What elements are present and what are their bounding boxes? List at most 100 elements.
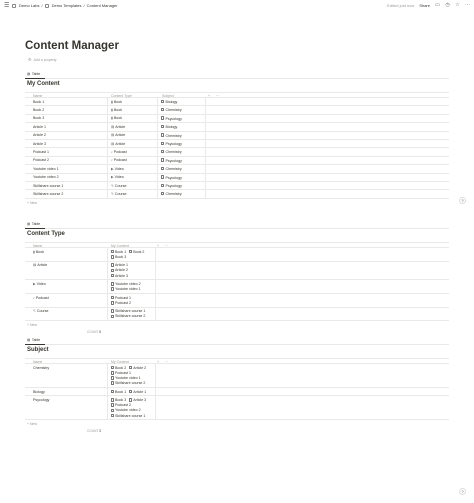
- cell-name[interactable]: Book 1: [33, 100, 44, 104]
- cell-content-type[interactable]: ▶ Video: [111, 167, 124, 171]
- relation-chip[interactable]: Youtube video 2: [111, 408, 141, 412]
- cell-subject[interactable]: Chemistry: [161, 191, 182, 196]
- add-property-button[interactable]: ⚙ Add a property: [28, 57, 57, 62]
- menu-icon[interactable]: ☰: [4, 3, 10, 9]
- cell-content-type[interactable]: ♪ Podcast: [111, 158, 127, 162]
- breadcrumb-item[interactable]: Content Manager: [87, 3, 118, 8]
- cell-name[interactable]: Article 2: [33, 133, 46, 137]
- new-row-button[interactable]: + New: [27, 323, 37, 327]
- cell-name[interactable]: Article 1: [33, 125, 46, 129]
- cell-content-type[interactable]: ▮ Book: [111, 116, 122, 120]
- star-icon[interactable]: ☆: [455, 3, 460, 8]
- cell-subject[interactable]: Chemistry: [161, 133, 182, 138]
- cell-name[interactable]: ✎ Course: [33, 309, 49, 313]
- table-row[interactable]: Article 1 ▤ Article Biology: [25, 123, 449, 132]
- cell-content-type[interactable]: ✎ Course: [111, 192, 127, 196]
- relation-chip[interactable]: Youtube video 1: [111, 287, 141, 291]
- relation-chip[interactable]: Book 1: [111, 390, 126, 394]
- cell-subject[interactable]: Psycology: [161, 183, 182, 188]
- cell-content-type[interactable]: ▤ Article: [111, 142, 125, 146]
- table-row[interactable]: Youtube video 2 ▶ Video Psycology: [25, 173, 449, 182]
- cell-content-type[interactable]: ▤ Article: [111, 125, 125, 129]
- page-title[interactable]: Content Manager: [25, 40, 119, 52]
- relation-chip[interactable]: Article 1: [129, 390, 146, 394]
- database-title[interactable]: My Content: [27, 81, 60, 87]
- relation-chip[interactable]: Article 2: [129, 366, 146, 370]
- relation-chip[interactable]: Book 3: [111, 255, 126, 259]
- cell-name[interactable]: Book 3: [33, 116, 44, 120]
- breadcrumb-item[interactable]: Demo Labs: [19, 3, 39, 8]
- table-row[interactable]: Skillshare course 2 ✎ Course Chemistry: [25, 190, 449, 199]
- relation-chip[interactable]: Skillshare course 1: [111, 414, 145, 418]
- table-row[interactable]: Article 3 ▤ Article Psycology: [25, 140, 449, 149]
- table-row[interactable]: Book 2 ▮ Book Chemistry: [25, 106, 449, 115]
- cell-content-type[interactable]: ▮ Book: [111, 108, 122, 112]
- cell-name[interactable]: Psycology: [33, 398, 49, 402]
- cell-subject[interactable]: Psycology: [161, 158, 182, 163]
- relation-chip[interactable]: Podcast 2: [111, 403, 131, 407]
- cell-name[interactable]: ▮ Book: [33, 250, 44, 254]
- comment-icon[interactable]: ▭: [435, 3, 440, 8]
- relation-chip[interactable]: Article 2: [111, 268, 128, 272]
- view-tab-table[interactable]: ▦ Table: [27, 222, 40, 226]
- database-title[interactable]: Content Type: [27, 231, 65, 237]
- cell-name[interactable]: Youtube video 2: [33, 175, 59, 179]
- new-row-button[interactable]: + New: [27, 422, 37, 426]
- relation-chip[interactable]: Book 2: [111, 366, 126, 370]
- table-row[interactable]: Book 3 ▮ Book Psycology: [25, 114, 449, 124]
- cell-content-type[interactable]: ♪ Podcast: [111, 150, 127, 154]
- cell-subject[interactable]: Psycology: [161, 141, 182, 146]
- table-row[interactable]: Chemistry Book 2 Article 2 Podcast 1 Youtube…: [25, 364, 449, 388]
- help-button[interactable]: ?: [459, 197, 466, 204]
- cell-subject[interactable]: Chemistry: [161, 166, 182, 171]
- cell-name[interactable]: ♪ Podcast: [33, 296, 49, 300]
- cell-content-type[interactable]: ▮ Book: [111, 100, 122, 104]
- cell-name[interactable]: ▶ Video: [33, 282, 46, 286]
- share-button[interactable]: Share: [419, 3, 430, 8]
- table-row[interactable]: Biology Book 1 Article 1: [25, 388, 449, 397]
- table-row[interactable]: ▮ Book Book 1 Book 2 Book 3: [25, 248, 449, 262]
- cell-name[interactable]: Youtube video 1: [33, 167, 59, 171]
- table-row[interactable]: Psycology Book 3 Article 3 Podcast 2 Youtube…: [25, 396, 449, 421]
- relation-chip[interactable]: Skillshare course 1: [111, 309, 145, 313]
- cell-name[interactable]: Skillshare course 2: [33, 192, 63, 196]
- table-row[interactable]: ▤ Article Article 1 Article 2 Article 3: [25, 261, 449, 281]
- cell-subject[interactable]: Chemistry: [161, 107, 182, 112]
- relation-chip[interactable]: Podcast 2: [111, 301, 131, 305]
- cell-name[interactable]: Book 2: [33, 108, 44, 112]
- relation-chip[interactable]: Book 1: [111, 250, 126, 254]
- cell-name[interactable]: Article 3: [33, 142, 46, 146]
- clock-icon[interactable]: ◷: [445, 3, 450, 8]
- cell-name[interactable]: Biology: [33, 390, 45, 394]
- view-tab-table[interactable]: ▦ Table: [27, 72, 40, 76]
- cell-subject[interactable]: Biology: [161, 124, 177, 129]
- table-row[interactable]: Article 2 ▤ Article Chemistry: [25, 131, 449, 140]
- cell-subject[interactable]: Psycology: [161, 175, 182, 180]
- cell-subject[interactable]: Psycology: [161, 116, 182, 121]
- relation-chip[interactable]: Youtube video 1: [111, 376, 141, 380]
- table-row[interactable]: Podcast 2 ♪ Podcast Psycology: [25, 156, 449, 166]
- help-button[interactable]: ?: [459, 488, 466, 495]
- relation-chip[interactable]: Article 1: [111, 263, 128, 267]
- relation-chip[interactable]: Article 3: [129, 398, 146, 402]
- relation-chip[interactable]: Book 2: [129, 250, 144, 254]
- more-icon[interactable]: ⋯: [465, 3, 470, 8]
- breadcrumb-item[interactable]: Demo Templates: [52, 3, 82, 8]
- cell-name[interactable]: ▤ Article: [33, 263, 47, 267]
- database-title[interactable]: Subject: [27, 347, 49, 353]
- table-row[interactable]: ✎ Course Skillshare course 1 Skillshare co…: [25, 307, 449, 322]
- relation-chip[interactable]: Skillshare course 2: [111, 314, 145, 318]
- table-row[interactable]: Skillshare course 1 ✎ Course Psycology: [25, 182, 449, 191]
- relation-chip[interactable]: Skillshare course 2: [111, 381, 145, 385]
- cell-name[interactable]: Podcast 2: [33, 158, 49, 162]
- relation-chip[interactable]: Podcast 1: [111, 296, 131, 300]
- relation-chip[interactable]: Article 3: [111, 274, 128, 278]
- table-row[interactable]: ▶ Video Youtube video 2 Youtube video 1: [25, 280, 449, 294]
- table-row[interactable]: ♪ Podcast Podcast 1 Podcast 2: [25, 294, 449, 308]
- relation-chip[interactable]: Youtube video 2: [111, 282, 141, 286]
- cell-subject[interactable]: Chemistry: [161, 149, 182, 154]
- table-row[interactable]: Youtube video 1 ▶ Video Chemistry: [25, 165, 449, 174]
- view-tab-table[interactable]: ▦ Table: [27, 338, 40, 342]
- table-row[interactable]: Podcast 1 ♪ Podcast Chemistry: [25, 148, 449, 157]
- relation-chip[interactable]: Podcast 1: [111, 371, 131, 375]
